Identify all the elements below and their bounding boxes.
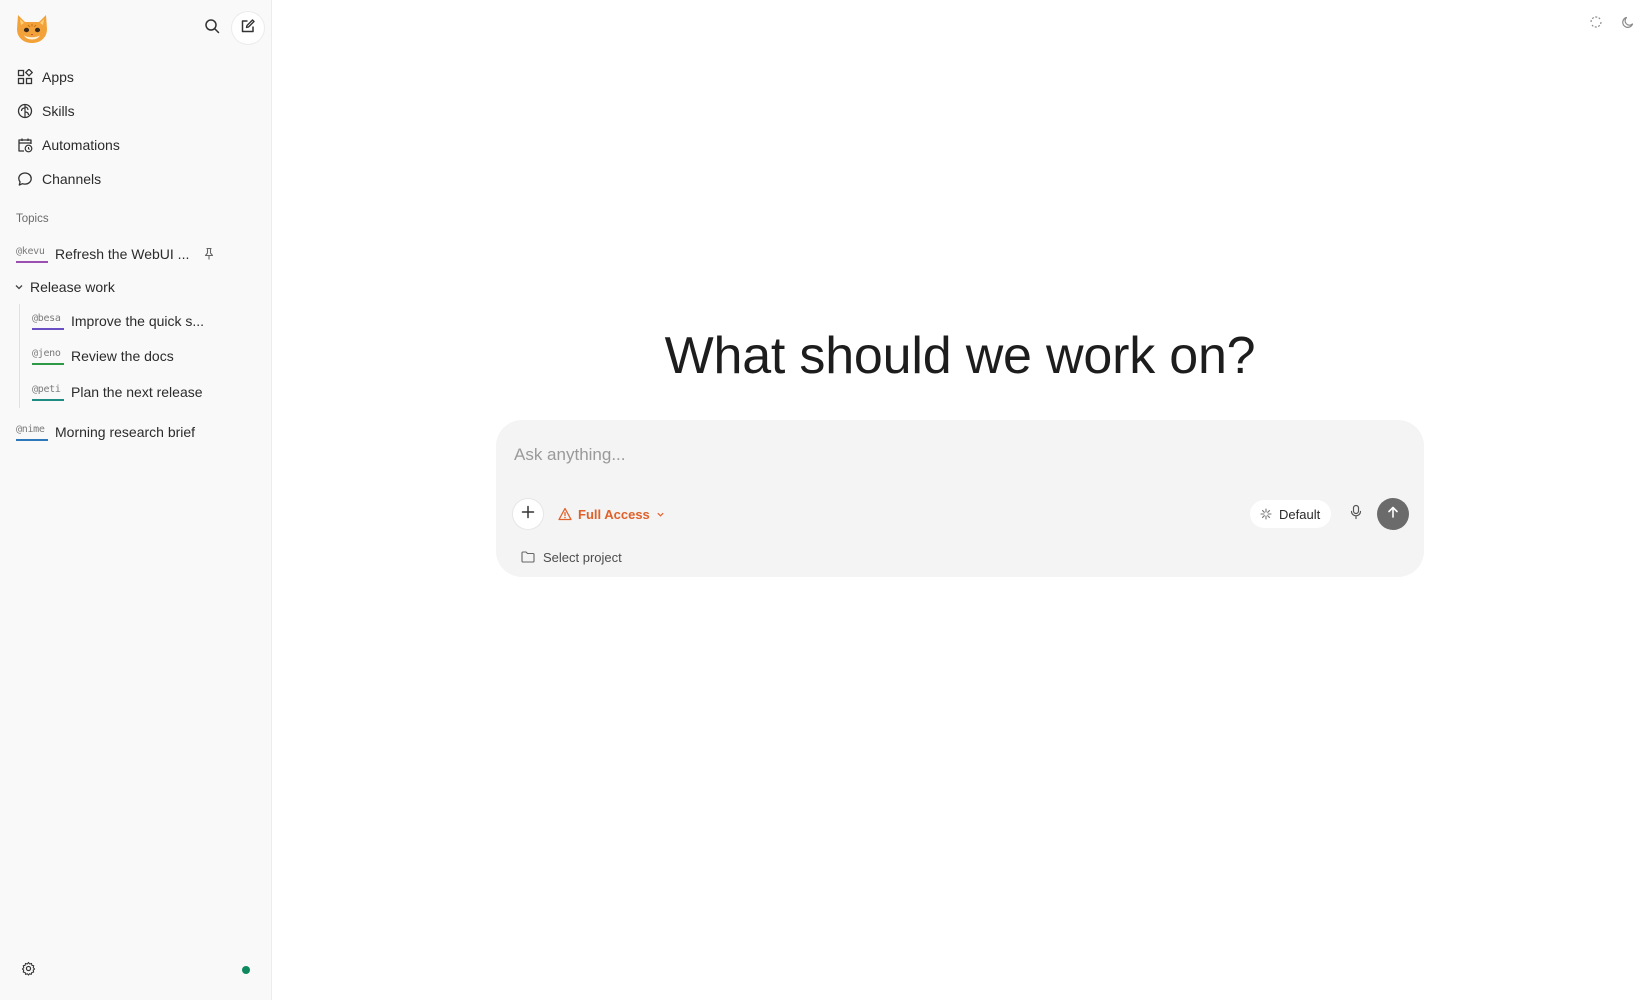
topic-group-release-work[interactable]: Release work (14, 274, 115, 300)
sidebar: Apps Skills Automations Channels Topics … (0, 0, 272, 1000)
model-selector-button[interactable]: Default (1250, 500, 1332, 528)
apps-grid-icon (16, 68, 34, 86)
pin-icon[interactable] (203, 247, 215, 261)
sync-icon (1589, 15, 1603, 34)
topic-title: Improve the quick s... (71, 313, 205, 329)
chevron-down-icon (14, 282, 24, 292)
new-chat-icon (240, 18, 256, 39)
sidebar-item-label: Apps (42, 69, 74, 85)
page-title: What should we work on? (664, 327, 1256, 385)
sidebar-item-label: Channels (42, 171, 102, 187)
main-panel: What should we work on? Full Access (272, 0, 1648, 1000)
calendar-clock-icon (16, 136, 34, 154)
app-window: Apps Skills Automations Channels Topics … (0, 0, 1648, 1000)
topic-handle: @peti (32, 384, 64, 401)
theme-toggle-button[interactable] (1618, 14, 1638, 34)
settings-button[interactable] (18, 961, 38, 981)
search-icon (204, 18, 220, 39)
new-chat-button[interactable] (232, 12, 264, 44)
moon-icon (1621, 15, 1635, 34)
voice-input-button[interactable] (1344, 502, 1368, 526)
topic-title: Refresh the WebUI ... (55, 246, 190, 262)
microphone-icon (1349, 504, 1363, 525)
topic-group-label: Release work (30, 279, 115, 295)
access-level-dropdown[interactable]: Full Access (558, 502, 665, 526)
topic-item[interactable]: @kevu Refresh the WebUI ... (16, 239, 215, 269)
access-level-label: Full Access (578, 506, 650, 522)
sync-button[interactable] (1586, 14, 1606, 34)
sidebar-item-apps[interactable]: Apps (0, 60, 272, 94)
plus-icon (521, 505, 535, 524)
topic-handle: @jeno (32, 348, 64, 365)
topic-title: Plan the next release (71, 384, 203, 400)
topic-item[interactable]: @nime Morning research brief (16, 417, 195, 447)
send-button[interactable] (1377, 498, 1409, 530)
topic-item[interactable]: @peti Plan the next release (32, 377, 203, 407)
sparkle-icon (1260, 508, 1272, 520)
search-button[interactable] (196, 12, 228, 44)
sidebar-item-automations[interactable]: Automations (0, 128, 272, 162)
topic-handle: @besa (32, 313, 64, 330)
sidebar-item-channels[interactable]: Channels (0, 162, 272, 196)
chat-bubble-icon (16, 170, 34, 188)
cat-face-logo[interactable] (14, 11, 50, 45)
folder-icon (521, 551, 535, 563)
sidebar-item-label: Automations (42, 137, 120, 153)
topic-handle: @nime (16, 424, 48, 441)
topics-heading: Topics (16, 213, 49, 225)
connection-status-dot (242, 966, 250, 974)
model-label: Default (1279, 506, 1321, 522)
sidebar-item-skills[interactable]: Skills (0, 94, 272, 128)
topic-handle: @kevu (16, 246, 48, 263)
add-attachment-button[interactable] (513, 499, 543, 529)
sidebar-nav: Apps Skills Automations Channels (0, 60, 272, 196)
topic-item[interactable]: @jeno Review the docs (32, 341, 174, 371)
warning-triangle-icon (558, 507, 572, 521)
prompt-composer: Full Access Default (496, 420, 1424, 577)
sidebar-item-label: Skills (42, 103, 75, 119)
gear-icon (21, 961, 36, 981)
group-connector-line (19, 304, 20, 408)
select-project-label: Select project (543, 549, 622, 565)
topic-title: Review the docs (71, 348, 174, 364)
prompt-input[interactable] (514, 442, 1394, 468)
topic-title: Morning research brief (55, 424, 196, 440)
topic-item[interactable]: @besa Improve the quick s... (32, 306, 204, 336)
select-project-button[interactable]: Select project (521, 547, 622, 567)
sidebar-header (0, 0, 272, 56)
brain-icon (16, 102, 34, 120)
chevron-down-icon (656, 510, 665, 519)
arrow-up-icon (1386, 505, 1400, 524)
